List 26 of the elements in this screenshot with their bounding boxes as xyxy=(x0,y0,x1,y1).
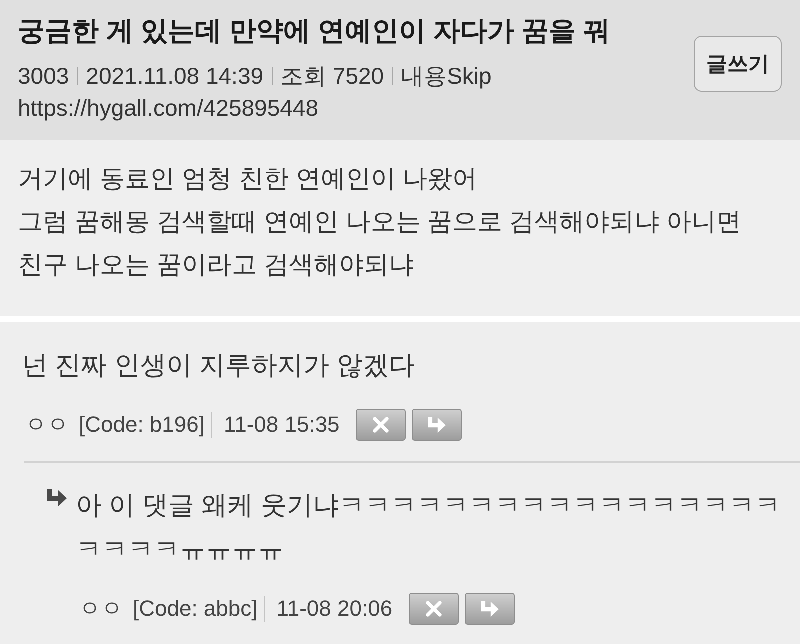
bent-arrow-icon xyxy=(480,601,500,617)
bent-arrow-icon xyxy=(46,489,68,507)
post-url: https://hygall.com/425895448 xyxy=(18,94,318,123)
comment-author: ㅇㅇ xyxy=(25,411,69,439)
comment-text: 넌 진짜 인생이 지루하지가 않겠다 xyxy=(22,349,416,382)
write-button[interactable]: 글쓰기 xyxy=(694,36,782,92)
post-meta-text: 조회 7520 xyxy=(280,62,384,91)
reply-button[interactable] xyxy=(412,409,462,441)
delete-button[interactable] xyxy=(356,409,406,441)
comment-time: 11-08 20:06 xyxy=(276,596,393,622)
bent-arrow-icon xyxy=(426,417,447,433)
comment-code: [Code: b196] xyxy=(79,412,205,438)
comment-author: ㅇㅇ xyxy=(79,595,123,623)
comment-text: 아 이 댓글 왜케 웃기냐ㅋㅋㅋㅋㅋㅋㅋㅋㅋㅋㅋㅋㅋㅋㅋㅋㅋㅋㅋㅋㅋㅠㅠㅠㅠ xyxy=(76,489,782,566)
comment-code: [Code: abbc] xyxy=(133,596,258,622)
reply-button[interactable] xyxy=(464,593,515,625)
post-meta-text: 내용Skip xyxy=(401,62,492,91)
post-paragraph: 거기에 동료인 엄청 친한 연예인이 나왔어 xyxy=(18,164,479,195)
x-icon xyxy=(424,601,444,617)
post-paragraph: 그럼 꿈해몽 검색할때 연예인 나오는 꿈으로 검색해야되냐 아니면 친구 나오는 꿈이라고 검색해야되냐 xyxy=(18,207,743,281)
post-meta-text: 2021.11.08 14:39 xyxy=(86,62,264,91)
post-meta-text: 3003 xyxy=(18,62,70,91)
post-title: 궁금한 게 있는데 만약에 연예인이 자다가 꿈을 꿔 xyxy=(18,15,611,48)
x-icon xyxy=(370,417,391,433)
delete-button[interactable] xyxy=(408,593,459,625)
comment-time: 11-08 15:35 xyxy=(224,412,340,438)
